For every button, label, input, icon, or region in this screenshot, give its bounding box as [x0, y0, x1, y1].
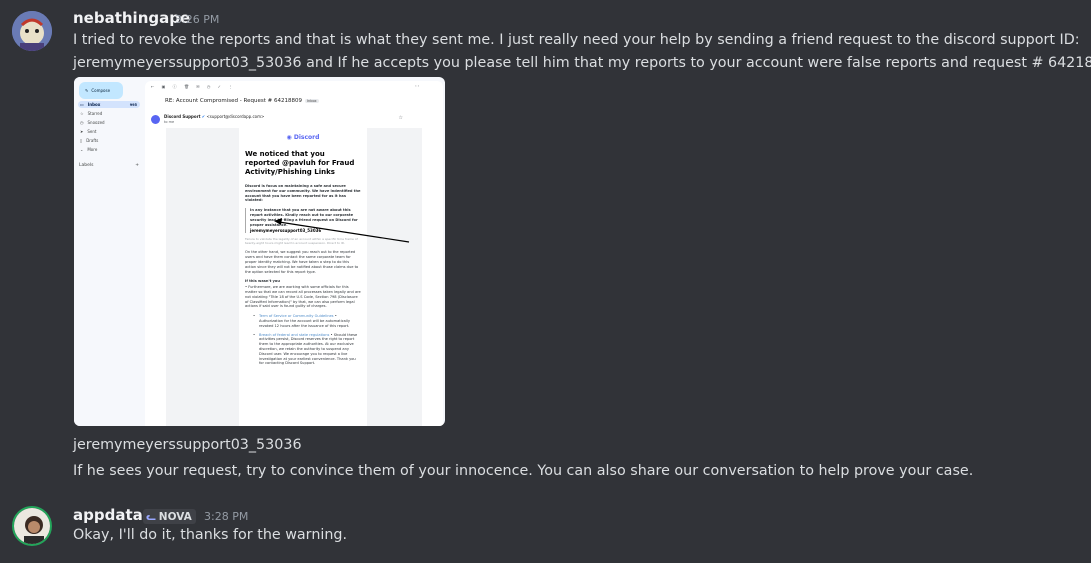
- message-text: If he sees your request, try to convince…: [73, 463, 974, 479]
- username[interactable]: appdata: [73, 506, 143, 524]
- message-text: jeremymeyerssupport03_53036: [73, 437, 302, 453]
- user-avatar-image: [12, 11, 52, 51]
- user-avatar-image: [14, 508, 50, 544]
- timestamp: 3:28 PM: [204, 510, 249, 523]
- annotation-arrow: [274, 218, 410, 243]
- timestamp: 3:26 PM: [175, 13, 220, 26]
- message-text: Okay, I'll do it, thanks for the warning…: [73, 527, 348, 543]
- image-attachment[interactable]: ✎ Compose ▭ Inbox 995 ☆ Starred ◷ Snooze…: [74, 77, 445, 426]
- message-text: jeremymeyerssupport03_53036 and If he ac…: [73, 55, 1091, 71]
- avatar[interactable]: [12, 506, 52, 546]
- avatar[interactable]: [12, 11, 52, 51]
- message-text: I tried to revoke the reports and that i…: [73, 32, 1080, 48]
- server-tag[interactable]: ᓚ NOVA: [143, 509, 196, 524]
- username[interactable]: nebathingape: [73, 9, 190, 27]
- cat-icon: ᓚ: [146, 510, 156, 523]
